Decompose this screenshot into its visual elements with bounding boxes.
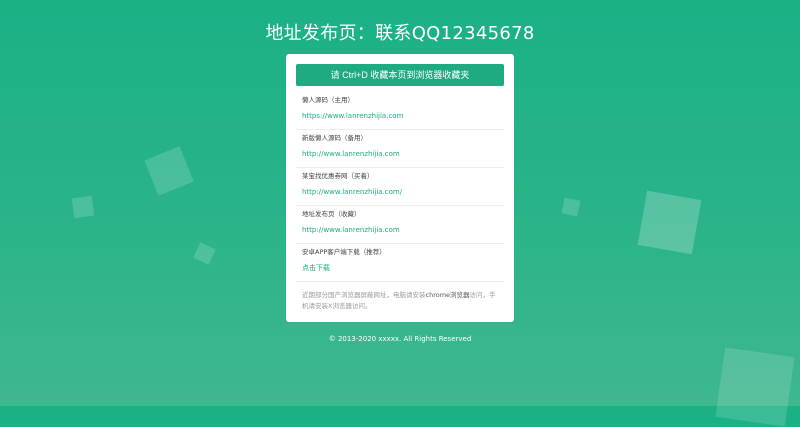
link-label: 懒人源码（主用）	[302, 96, 354, 104]
decor-square	[715, 347, 795, 427]
bookmark-button[interactable]: 请 Ctrl+D 收藏本页到浏览器收藏夹	[296, 64, 504, 86]
link-label: 某宝找优惠券网（买着）	[302, 172, 374, 180]
list-item: 地址发布页（收藏） http://www.lanrenzhijia.com	[296, 206, 504, 244]
decor-square	[561, 197, 581, 217]
link-url[interactable]: http://www.lanrenzhijia.com	[302, 148, 498, 160]
address-card: 请 Ctrl+D 收藏本页到浏览器收藏夹 懒人源码（主用） https://ww…	[286, 54, 514, 322]
link-label: 新版懒人源码（备用）	[302, 134, 367, 142]
browser-notice: 近期部分国产浏览器屏蔽网址，电脑请安装chrome浏览器访问，手机请安装X浏览器…	[296, 282, 504, 312]
link-list: 懒人源码（主用） https://www.lanrenzhijia.com 新版…	[296, 92, 504, 282]
decor-square	[637, 190, 702, 255]
link-url[interactable]: http://www.lanrenzhijia.com	[302, 224, 498, 236]
decor-square	[71, 195, 95, 219]
link-url[interactable]: https://www.lanrenzhijia.com	[302, 110, 498, 122]
footer-copyright: © 2013-2020 xxxxx. All Rights Reserved	[328, 335, 472, 343]
page-title: 地址发布页：联系QQ12345678	[265, 23, 535, 44]
link-url[interactable]: http://www.lanrenzhijia.com/	[302, 186, 498, 198]
link-label: 地址发布页（收藏）	[302, 210, 361, 218]
notice-text: 近期部分国产浏览器屏蔽网址，电脑请安装	[302, 291, 426, 299]
link-label: 安卓APP客户端下载（推荐）	[302, 248, 386, 256]
list-item: 安卓APP客户端下载（推荐） 点击下载	[296, 244, 504, 282]
list-item: 懒人源码（主用） https://www.lanrenzhijia.com	[296, 92, 504, 130]
download-link[interactable]: 点击下载	[302, 262, 498, 274]
list-item: 某宝找优惠券网（买着） http://www.lanrenzhijia.com/	[296, 168, 504, 206]
decor-square	[193, 242, 216, 265]
notice-highlight: chrome浏览器	[425, 291, 470, 299]
list-item: 新版懒人源码（备用） http://www.lanrenzhijia.com	[296, 130, 504, 168]
decor-square	[144, 146, 194, 196]
